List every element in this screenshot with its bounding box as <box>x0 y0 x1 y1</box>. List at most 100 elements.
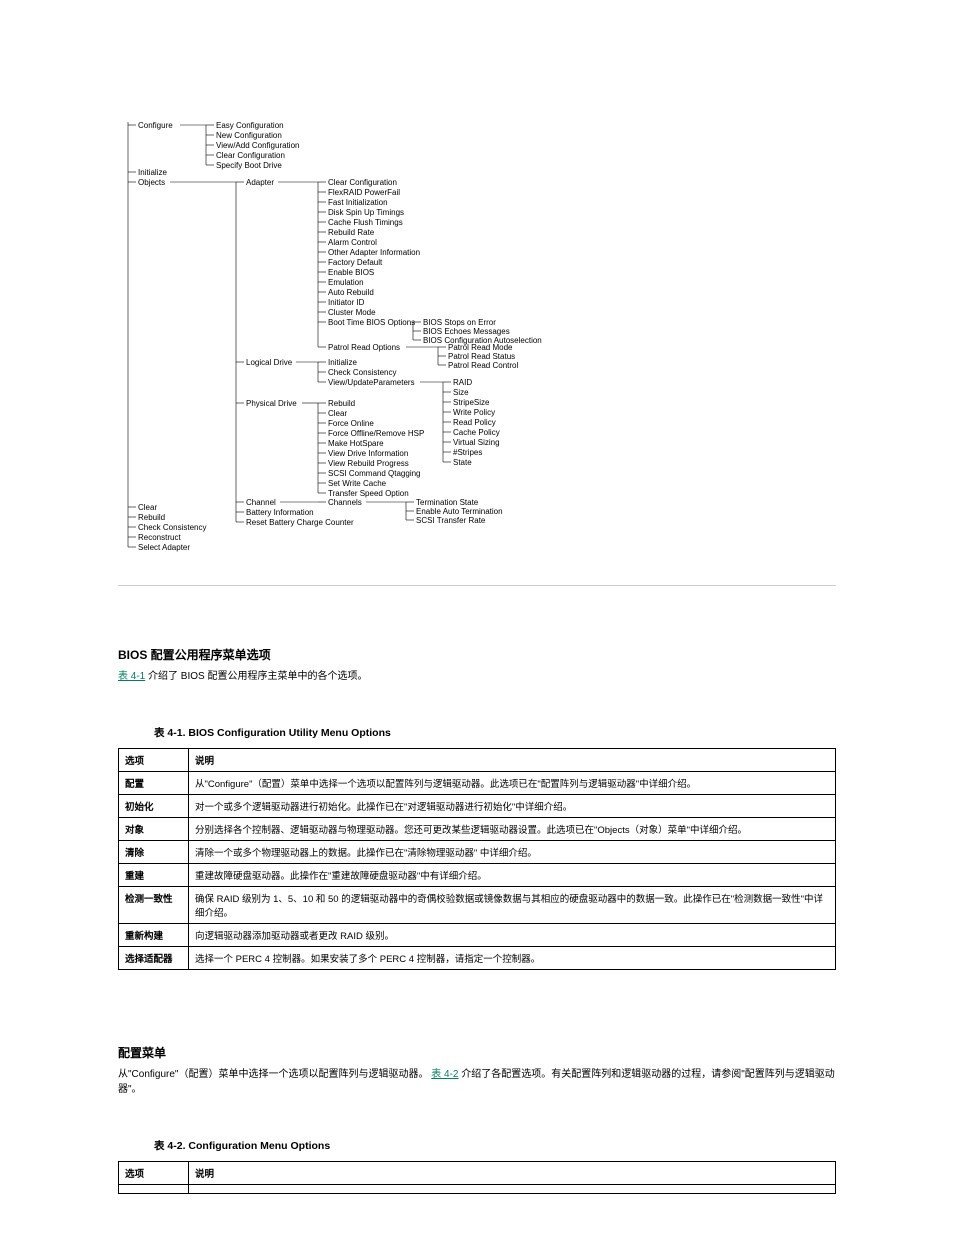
svg-text:Patrol Read Options: Patrol Read Options <box>328 343 400 352</box>
svg-text:Disk Spin Up Timings: Disk Spin Up Timings <box>328 208 404 217</box>
svg-text:Clear: Clear <box>138 503 157 512</box>
divider <box>118 585 836 586</box>
svg-text:Check Consistency: Check Consistency <box>138 523 206 532</box>
svg-text:RAID: RAID <box>453 378 472 387</box>
svg-text:Virtual Sizing: Virtual Sizing <box>453 438 500 447</box>
svg-text:Easy Configuration: Easy Configuration <box>216 121 284 130</box>
svg-text:State: State <box>453 458 472 467</box>
svg-text:Patrol Read Mode: Patrol Read Mode <box>448 343 513 352</box>
svg-text:View Rebuild Progress: View Rebuild Progress <box>328 459 409 468</box>
svg-text:Force Offline/Remove HSP: Force Offline/Remove HSP <box>328 429 424 438</box>
svg-text:Factory Default: Factory Default <box>328 258 383 267</box>
svg-text:Termination State: Termination State <box>416 498 479 507</box>
svg-text:Write Policy: Write Policy <box>453 408 495 417</box>
svg-text:Cache Policy: Cache Policy <box>453 428 500 437</box>
svg-text:Cache Flush Timings: Cache Flush Timings <box>328 218 403 227</box>
table-config-menu-options: 选项 说明 <box>118 1161 836 1194</box>
table-link[interactable]: 表 4-1 <box>118 671 145 682</box>
svg-text:Patrol Read Status: Patrol Read Status <box>448 352 515 361</box>
svg-text:Auto Rebuild: Auto Rebuild <box>328 288 374 297</box>
svg-text:Other Adapter Information: Other Adapter Information <box>328 248 420 257</box>
svg-text:Channel: Channel <box>246 498 276 507</box>
menu-tree-diagram: text { font-family: Arial, sans-serif; f… <box>118 112 836 565</box>
svg-text:Configure: Configure <box>138 121 173 130</box>
svg-text:StripeSize: StripeSize <box>453 398 490 407</box>
svg-text:Emulation: Emulation <box>328 278 364 287</box>
table-row: 检测一致性确保 RAID 级别为 1、5、10 和 50 的逻辑驱动器中的奇偶校… <box>119 886 836 923</box>
svg-text:BIOS Stops on Error: BIOS Stops on Error <box>423 318 496 327</box>
cell-option: 配置 <box>119 771 189 794</box>
col-option: 选项 <box>119 748 189 771</box>
section-heading: 配置菜单 <box>118 1044 836 1061</box>
table-row: 重新构建向逻辑驱动器添加驱动器或者更改 RAID 级别。 <box>119 923 836 946</box>
svg-text:Enable Auto Termination: Enable Auto Termination <box>416 507 503 516</box>
table-row: 对象分别选择各个控制器、逻辑驱动器与物理驱动器。您还可更改某些逻辑驱动器设置。此… <box>119 817 836 840</box>
table-link[interactable]: 表 4-2 <box>431 1069 458 1080</box>
table-row: 初始化对一个或多个逻辑驱动器进行初始化。此操作已在"对逻辑驱动器进行初始化"中详… <box>119 794 836 817</box>
cell-desc: 选择一个 PERC 4 控制器。如果安装了多个 PERC 4 控制器，请指定一个… <box>189 946 836 969</box>
svg-text:Force Online: Force Online <box>328 419 374 428</box>
cell-desc: 向逻辑驱动器添加驱动器或者更改 RAID 级别。 <box>189 923 836 946</box>
section-heading: BIOS 配置公用程序菜单选项 <box>118 646 836 663</box>
svg-text:Boot Time BIOS Options: Boot Time BIOS Options <box>328 318 415 327</box>
cell-option: 重新构建 <box>119 923 189 946</box>
svg-text:Rebuild: Rebuild <box>138 513 165 522</box>
svg-text:Initialize: Initialize <box>328 358 357 367</box>
svg-text:Cluster Mode: Cluster Mode <box>328 308 376 317</box>
svg-text:Select Adapter: Select Adapter <box>138 543 190 552</box>
svg-text:FlexRAID PowerFail: FlexRAID PowerFail <box>328 188 400 197</box>
table-caption: 表 4-2. Configuration Menu Options <box>154 1138 836 1153</box>
svg-text:Clear Configuration: Clear Configuration <box>216 151 285 160</box>
cell-option: 初始化 <box>119 794 189 817</box>
table-row <box>119 1184 836 1193</box>
svg-text:#Stripes: #Stripes <box>453 448 482 457</box>
svg-text:Rebuild Rate: Rebuild Rate <box>328 228 375 237</box>
table-row: 重建重建故障硬盘驱动器。此操作在"重建故障硬盘驱动器"中有详细介绍。 <box>119 863 836 886</box>
svg-text:View/Add Configuration: View/Add Configuration <box>216 141 299 150</box>
svg-text:Initialize: Initialize <box>138 168 167 177</box>
svg-text:Patrol Read Control: Patrol Read Control <box>448 361 518 370</box>
cell-desc: 分别选择各个控制器、逻辑驱动器与物理驱动器。您还可更改某些逻辑驱动器设置。此选项… <box>189 817 836 840</box>
paragraph-text: 介绍了 BIOS 配置公用程序主菜单中的各个选项。 <box>145 671 367 682</box>
svg-text:Set Write Cache: Set Write Cache <box>328 479 387 488</box>
cell-desc: 确保 RAID 级别为 1、5、10 和 50 的逻辑驱动器中的奇偶校验数据或镜… <box>189 886 836 923</box>
cell-option: 选择适配器 <box>119 946 189 969</box>
col-desc: 说明 <box>189 748 836 771</box>
svg-text:Reconstruct: Reconstruct <box>138 533 181 542</box>
svg-text:Check Consistency: Check Consistency <box>328 368 396 377</box>
svg-text:Specify Boot Drive: Specify Boot Drive <box>216 161 282 170</box>
svg-text:Read Policy: Read Policy <box>453 418 496 427</box>
cell-option: 重建 <box>119 863 189 886</box>
svg-text:Adapter: Adapter <box>246 178 274 187</box>
table-row: 清除清除一个或多个物理驱动器上的数据。此操作已在"清除物理驱动器" 中详细介绍。 <box>119 840 836 863</box>
svg-text:Size: Size <box>453 388 469 397</box>
svg-text:Initiator ID: Initiator ID <box>328 298 365 307</box>
svg-text:Reset Battery Charge Counter: Reset Battery Charge Counter <box>246 518 354 527</box>
cell-option: 清除 <box>119 840 189 863</box>
table-header-row: 选项 说明 <box>119 748 836 771</box>
svg-text:Battery Information: Battery Information <box>246 508 314 517</box>
tree-svg: text { font-family: Arial, sans-serif; f… <box>118 112 658 562</box>
svg-text:Fast Initialization: Fast Initialization <box>328 198 388 207</box>
svg-text:Transfer Speed Option: Transfer Speed Option <box>328 489 409 498</box>
cell-option: 对象 <box>119 817 189 840</box>
svg-text:Enable BIOS: Enable BIOS <box>328 268 374 277</box>
svg-text:Rebuild: Rebuild <box>328 399 355 408</box>
svg-text:Physical Drive: Physical Drive <box>246 399 297 408</box>
svg-text:Channels: Channels <box>328 498 362 507</box>
table-caption: 表 4-1. BIOS Configuration Utility Menu O… <box>154 725 836 740</box>
svg-text:Objects: Objects <box>138 178 165 187</box>
col-desc: 说明 <box>189 1161 836 1184</box>
col-option: 选项 <box>119 1161 189 1184</box>
svg-text:Clear: Clear <box>328 409 347 418</box>
paragraph-text: 从"Configure"（配置）菜单中选择一个选项以配置阵列与逻辑驱动器。 <box>118 1069 428 1080</box>
svg-text:New Configuration: New Configuration <box>216 131 282 140</box>
svg-text:Logical Drive: Logical Drive <box>246 358 293 367</box>
svg-text:Clear Configuration: Clear Configuration <box>328 178 397 187</box>
svg-text:Make HotSpare: Make HotSpare <box>328 439 384 448</box>
svg-text:Alarm Control: Alarm Control <box>328 238 377 247</box>
table-row: 配置从"Configure"（配置）菜单中选择一个选项以配置阵列与逻辑驱动器。此… <box>119 771 836 794</box>
cell-desc: 清除一个或多个物理驱动器上的数据。此操作已在"清除物理驱动器" 中详细介绍。 <box>189 840 836 863</box>
svg-text:View/UpdateParameters: View/UpdateParameters <box>328 378 415 387</box>
table-header-row: 选项 说明 <box>119 1161 836 1184</box>
